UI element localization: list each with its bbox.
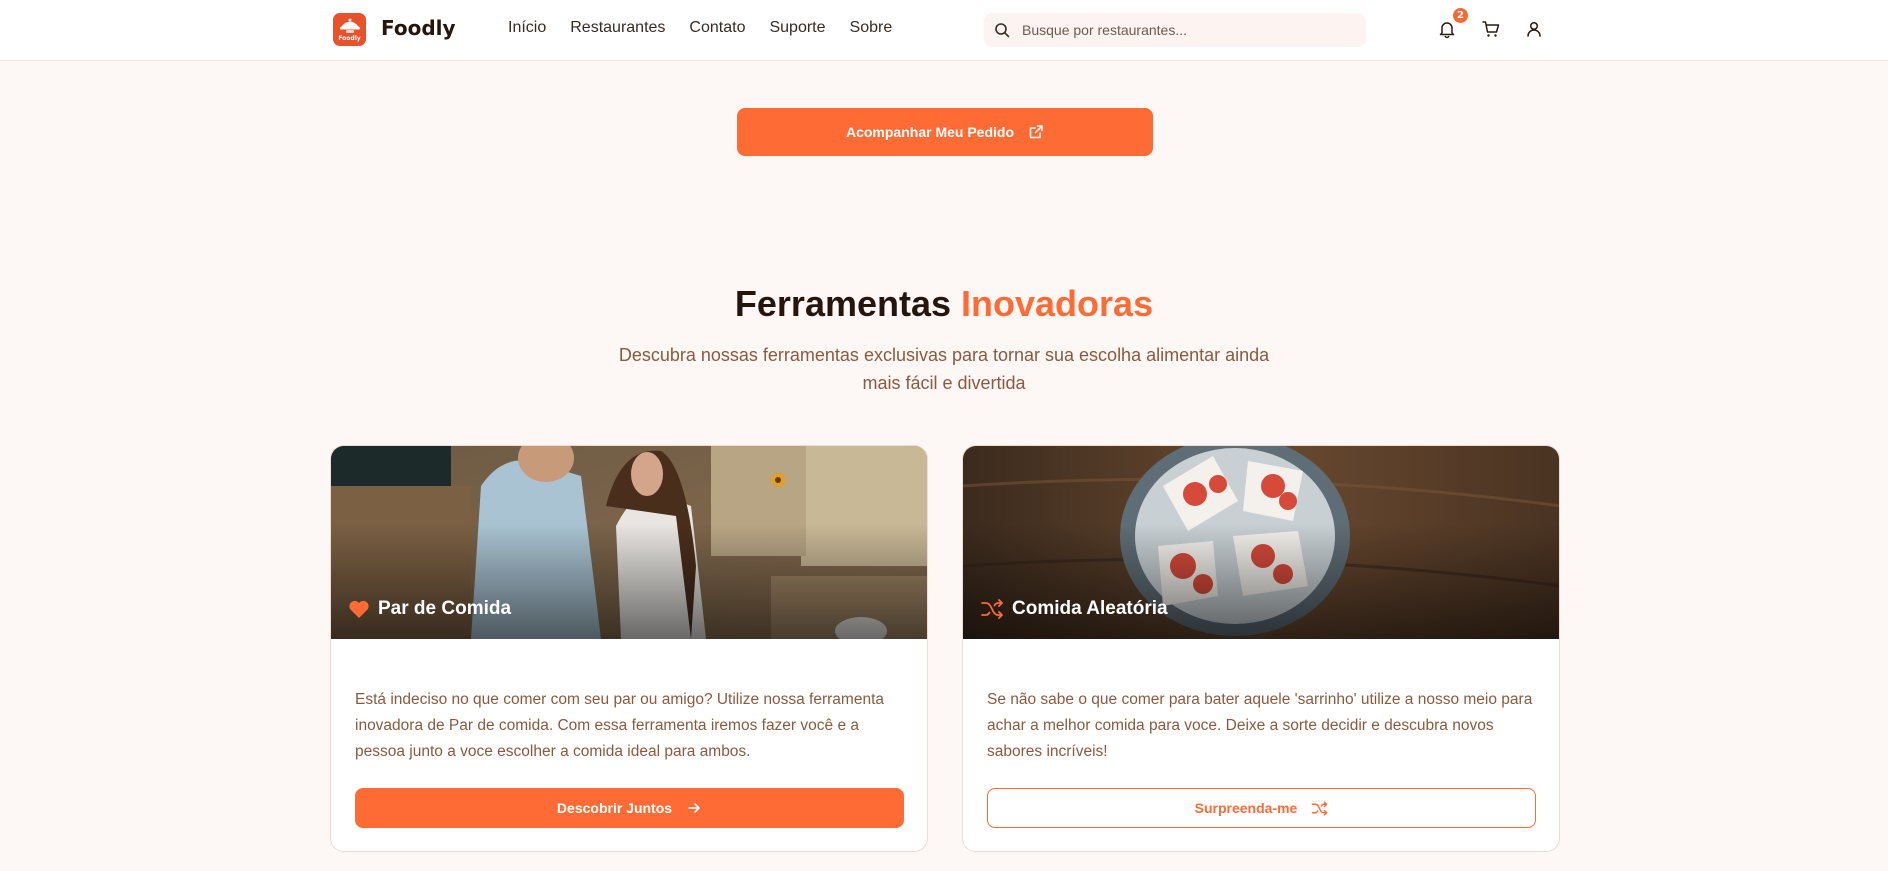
- card-caption: Comida Aleatória: [980, 598, 1168, 620]
- nav-contato[interactable]: Contato: [689, 19, 745, 37]
- card-caption: Par de Comida: [348, 598, 511, 620]
- top-navbar: Foodly Foodly Início Restaurantes Contat…: [0, 0, 1888, 61]
- heart-icon: [349, 600, 369, 618]
- card-title: Comida Aleatória: [1012, 598, 1168, 619]
- arrow-right-icon: [688, 803, 700, 813]
- surprise-me-button[interactable]: Surpreenda-me: [987, 788, 1536, 828]
- track-order-button[interactable]: Acompanhar Meu Pedido: [737, 108, 1153, 156]
- logo[interactable]: Foodly: [333, 13, 366, 46]
- section-subtitle: Descubra nossas ferramentas exclusivas p…: [618, 345, 1270, 393]
- search-icon: [995, 23, 1010, 38]
- notification-badge: 2: [1453, 8, 1468, 23]
- main-nav: Início Restaurantes Contato Suporte Sobr…: [508, 19, 916, 37]
- tool-card-random-food: Comida Aleatória Se não sabe o que comer…: [962, 445, 1560, 852]
- section-title: Ferramentas Inovadoras: [0, 283, 1888, 325]
- nav-sobre[interactable]: Sobre: [850, 19, 893, 37]
- card-image: Par de Comida: [331, 446, 927, 639]
- logo-icon: [339, 18, 360, 33]
- section-title-accent: Inovadoras: [961, 283, 1154, 324]
- card-title: Par de Comida: [378, 598, 512, 619]
- nav-suporte[interactable]: Suporte: [769, 19, 825, 37]
- search-bar: [984, 13, 1366, 47]
- tool-card-food-pair: Par de Comida Está indeciso no que comer…: [330, 445, 928, 852]
- shuffle-icon: [981, 599, 1003, 619]
- external-link-icon: [1029, 125, 1043, 139]
- nav-inicio[interactable]: Início: [508, 19, 546, 37]
- card-description: Está indeciso no que comer com seu par o…: [355, 691, 884, 760]
- cart-icon[interactable]: [1481, 19, 1501, 39]
- card-description: Se não sabe o que comer para bater aquel…: [987, 691, 1533, 760]
- card-image: Comida Aleatória: [963, 446, 1559, 639]
- surprise-me-label: Surpreenda-me: [1194, 800, 1298, 816]
- user-icon[interactable]: [1524, 19, 1544, 39]
- discover-together-label: Descobrir Juntos: [556, 800, 673, 816]
- discover-together-button[interactable]: Descobrir Juntos: [355, 788, 904, 828]
- section-title-main: Ferramentas: [734, 283, 952, 324]
- search-input[interactable]: [1022, 13, 1352, 47]
- logo-text: Foodly: [338, 35, 361, 42]
- bell-icon[interactable]: [1437, 19, 1457, 39]
- brand-name[interactable]: Foodly: [381, 16, 456, 40]
- nav-restaurantes[interactable]: Restaurantes: [570, 19, 665, 37]
- shuffle-icon: [1312, 800, 1328, 816]
- track-order-label: Acompanhar Meu Pedido: [845, 124, 1015, 140]
